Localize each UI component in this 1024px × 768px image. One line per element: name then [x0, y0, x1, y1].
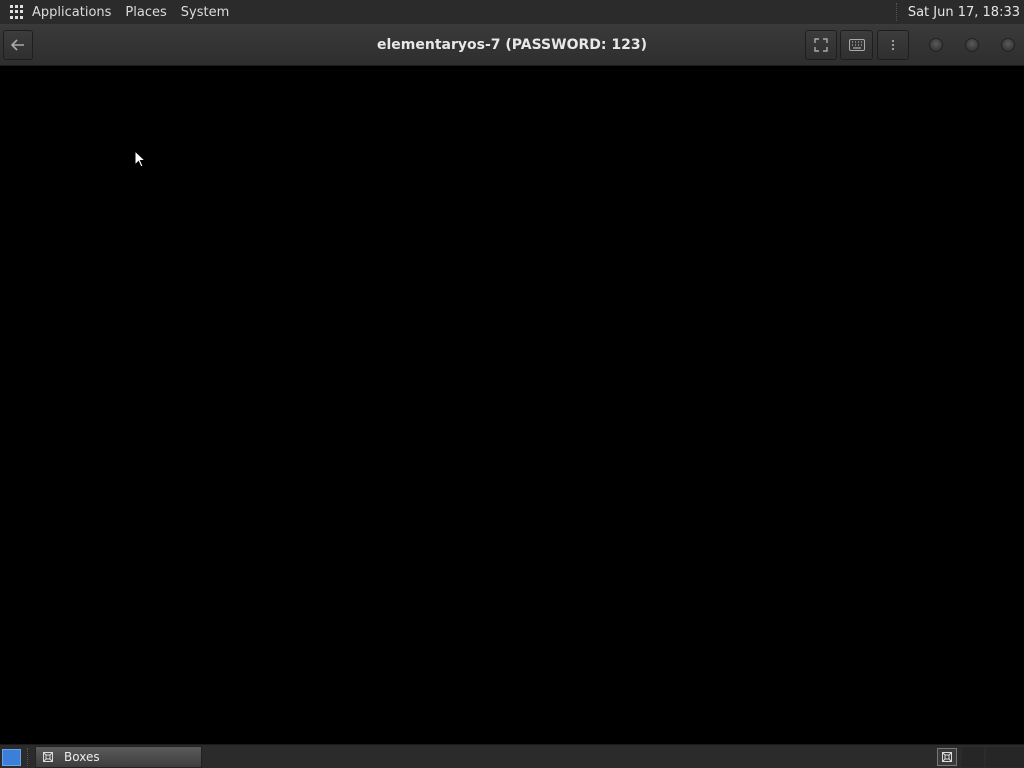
workspace-1[interactable] — [962, 747, 984, 767]
keyboard-icon — [848, 39, 865, 51]
minimize-icon[interactable] — [929, 38, 943, 52]
menu-places[interactable]: Places — [125, 5, 166, 20]
workspace-3[interactable] — [1008, 747, 1024, 767]
show-desktop-button[interactable] — [2, 749, 21, 766]
fullscreen-icon — [814, 38, 828, 52]
menu-system[interactable]: System — [181, 5, 229, 20]
back-button[interactable] — [3, 30, 33, 60]
panel-separator — [27, 748, 29, 766]
top-panel: Applications Places System Sat Jun 17, 1… — [0, 0, 1024, 24]
clock[interactable]: Sat Jun 17, 18:33 — [908, 5, 1020, 20]
mouse-pointer-icon — [134, 150, 146, 168]
taskbar-item-label: Boxes — [64, 750, 100, 764]
boxes-tray-icon[interactable] — [937, 748, 957, 766]
maximize-icon[interactable] — [965, 38, 979, 52]
boxes-icon — [42, 751, 54, 763]
header-bar: elementaryos-7 (PASSWORD: 123) — [0, 24, 1024, 66]
bottom-panel: Boxes — [0, 744, 1024, 768]
applications-grid-icon[interactable] — [10, 5, 24, 19]
menu-button[interactable] — [877, 30, 909, 60]
fullscreen-button[interactable] — [805, 30, 837, 60]
keyboard-button[interactable] — [840, 30, 873, 60]
taskbar-item-boxes[interactable]: Boxes — [35, 746, 202, 768]
workspace-2[interactable] — [986, 747, 1008, 767]
panel-separator — [895, 3, 898, 21]
window-title: elementaryos-7 (PASSWORD: 123) — [377, 37, 647, 53]
close-icon[interactable] — [1001, 38, 1015, 52]
back-arrow-icon — [11, 39, 24, 51]
vm-display[interactable] — [0, 66, 1024, 744]
kebab-menu-icon — [891, 39, 895, 51]
menu-applications[interactable]: Applications — [32, 5, 111, 20]
